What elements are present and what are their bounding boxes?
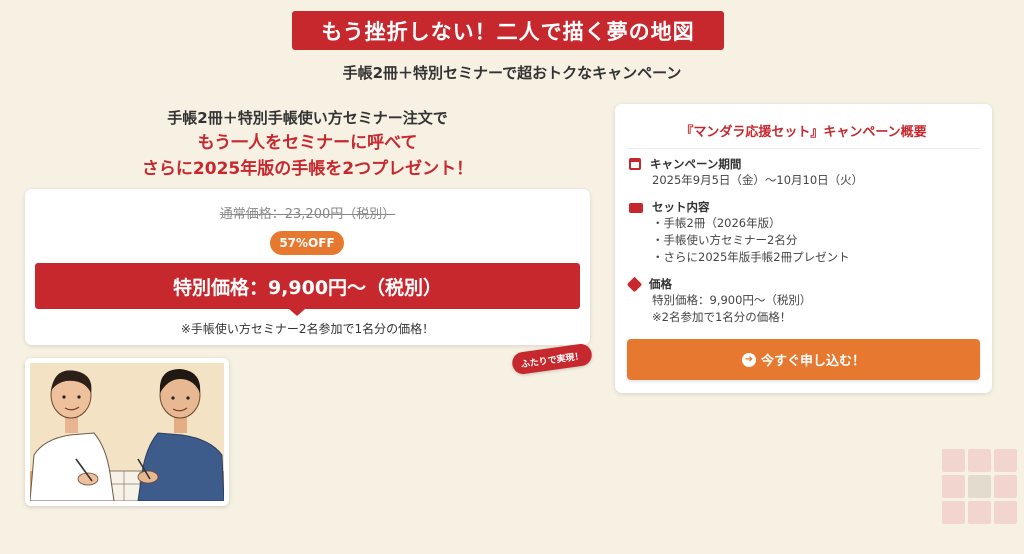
special-price-bar: 特別価格：9,900円〜（税別） <box>35 263 580 309</box>
grid-cell <box>994 475 1017 498</box>
set-item: ・手帳使い方セミナー2名分 <box>652 233 798 247</box>
price-section: 価格 特別価格：9,900円〜（税別） ※2名参加で1名分の価格！ <box>626 276 979 326</box>
price-note: ※手帳使い方セミナー2名参加で1名分の価格！ <box>180 322 435 336</box>
mandala-grid-decoration <box>942 449 1017 524</box>
calendar-icon <box>629 158 641 170</box>
summary-divider <box>627 148 980 149</box>
summary-title: 『マンダラ応援セット』キャンペーン概要 <box>680 125 927 140</box>
hero-banner-title: もう挫折しない！二人で描く夢の地図 <box>292 11 724 50</box>
headline-line-1: 手帳2冊＋特別手帳使い方セミナー注文で <box>167 109 448 127</box>
period-section: キャンペーン期間 2025年9月5日（金）〜10月10日（火） <box>629 156 979 189</box>
price-label: 価格 <box>649 277 672 291</box>
price-line: 特別価格：9,900円〜（税別） <box>652 293 812 307</box>
apply-now-button[interactable]: ➜ 今すぐ申し込む！ <box>627 339 980 380</box>
set-item: ・さらに2025年版手帳2冊プレゼント <box>652 250 850 264</box>
grid-cell-center <box>968 475 991 498</box>
price-pointer-arrow <box>289 309 305 316</box>
couple-illustration <box>25 358 229 506</box>
campaign-summary-card: 『マンダラ応援セット』キャンペーン概要 キャンペーン期間 2025年9月5日（金… <box>615 104 992 393</box>
headline-line-3: さらに2025年版の手帳を2つプレゼント！ <box>141 159 474 179</box>
offer-headline: 手帳2冊＋特別手帳使い方セミナー注文で もう一人をセミナーに呼べて さらに202… <box>25 106 590 182</box>
apply-now-label: 今すぐ申し込む！ <box>760 354 865 369</box>
grid-cell <box>994 501 1017 524</box>
two-men-writing-image <box>30 363 224 501</box>
tag-icon <box>626 276 643 292</box>
headline-line-2: もう一人をセミナーに呼べて <box>197 133 418 153</box>
grid-cell <box>942 475 965 498</box>
regular-price: 通常価格：23,200円（税別） <box>219 207 396 222</box>
set-item: ・手帳2冊（2026年版） <box>652 216 781 230</box>
period-value: 2025年9月5日（金）〜10月10日（火） <box>652 173 864 187</box>
set-label: セット内容 <box>652 200 710 214</box>
box-icon <box>629 203 643 213</box>
arrow-circle-icon: ➜ <box>741 352 756 367</box>
discount-badge: 57%OFF <box>270 231 344 255</box>
together-sticker: ふたりで実現！ <box>510 342 594 376</box>
grid-cell <box>968 501 991 524</box>
set-section: セット内容 ・手帳2冊（2026年版） ・手帳使い方セミナー2名分 ・さらに20… <box>629 199 979 266</box>
grid-cell <box>942 501 965 524</box>
grid-cell <box>994 449 1017 472</box>
price-line: ※2名参加で1名分の価格！ <box>652 310 792 324</box>
grid-cell <box>942 449 965 472</box>
period-label: キャンペーン期間 <box>650 157 742 171</box>
price-card: 通常価格：23,200円（税別） 57%OFF 特別価格：9,900円〜（税別）… <box>25 189 590 345</box>
grid-cell <box>968 449 991 472</box>
campaign-subtitle: 手帳2冊＋特別セミナーで超おトクなキャンペーン <box>342 64 682 82</box>
